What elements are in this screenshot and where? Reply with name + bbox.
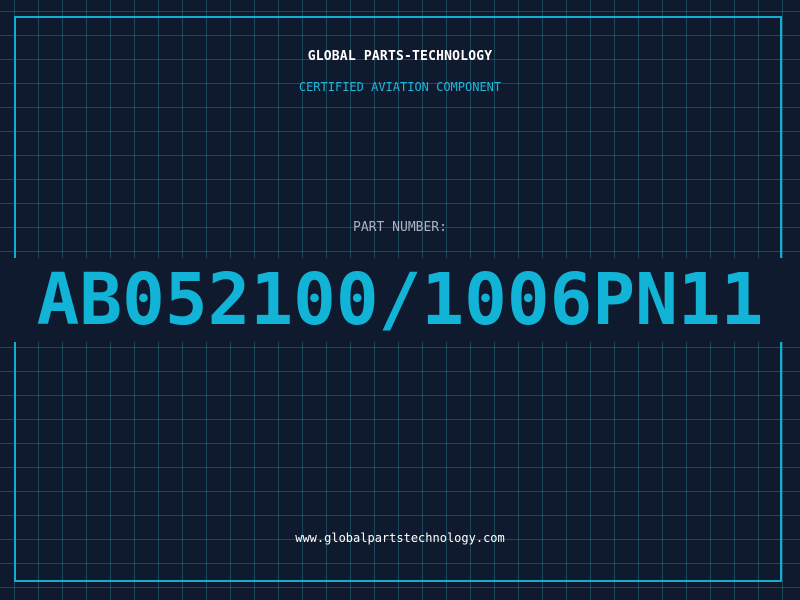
part-label-card: GLOBAL PARTS-TECHNOLOGY CERTIFIED AVIATI…	[0, 0, 800, 600]
part-number-value: AB052100/1006PN11	[36, 258, 764, 341]
website-url: www.globalpartstechnology.com	[295, 531, 505, 545]
company-name: GLOBAL PARTS-TECHNOLOGY	[307, 49, 493, 64]
part-number-label: PART NUMBER:	[353, 220, 447, 235]
certification-subtitle: CERTIFIED AVIATION COMPONENT	[298, 80, 502, 94]
